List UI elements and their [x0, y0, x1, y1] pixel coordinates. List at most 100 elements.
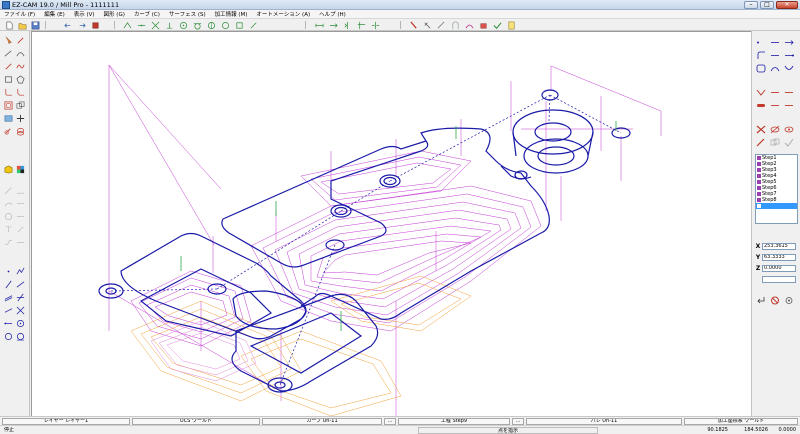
pan-icon[interactable] — [15, 113, 25, 123]
tangent-line-icon[interactable] — [3, 305, 13, 315]
circle-center-icon[interactable] — [15, 318, 25, 328]
solid-box-icon[interactable] — [90, 20, 100, 30]
chevron-down-icon[interactable] — [755, 87, 766, 97]
curve-join-icon[interactable] — [15, 198, 25, 208]
new-file-icon[interactable] — [4, 20, 14, 30]
fillet-tool-icon[interactable] — [3, 87, 13, 97]
line3-icon[interactable] — [15, 279, 25, 289]
step-field[interactable]: 工程 Step9 — [398, 418, 510, 425]
line2-icon[interactable] — [3, 279, 13, 289]
toolpath-drawing[interactable] — [32, 32, 751, 416]
hide-icon[interactable] — [769, 124, 780, 134]
spline-right-icon[interactable] — [769, 63, 780, 73]
menu-view[interactable]: 表示 (V) — [74, 10, 95, 18]
parallel-icon[interactable] — [3, 292, 13, 302]
polygon-tool-icon[interactable] — [15, 74, 25, 84]
arc-tool-icon[interactable] — [15, 48, 25, 58]
menu-curve[interactable]: カーブ (C) — [134, 10, 160, 18]
trim-icon[interactable] — [356, 20, 366, 30]
snap-perpendicular-icon[interactable] — [164, 20, 174, 30]
rounded-rect-icon[interactable] — [755, 63, 766, 73]
coord-system-field[interactable]: 加工座標系 ワールド — [684, 418, 798, 425]
layer-field[interactable]: レイヤー レイヤー1 — [2, 418, 130, 425]
report-icon[interactable] — [506, 20, 516, 30]
dot-line-icon[interactable] — [755, 37, 766, 47]
line-tool-icon[interactable] — [3, 48, 13, 58]
snap-endpoint-icon[interactable] — [122, 20, 132, 30]
menu-automation[interactable]: オートメーション (A) — [256, 10, 310, 18]
snap-intersection-icon[interactable] — [150, 20, 160, 30]
line-style-icon[interactable] — [3, 185, 13, 195]
drawing-viewport[interactable] — [31, 31, 751, 416]
move-icon[interactable] — [328, 20, 338, 30]
menu-surface[interactable]: サーフェス (S) — [169, 10, 206, 18]
step-more-button[interactable]: ... — [512, 418, 524, 425]
menu-machining[interactable]: 加工情報 (M) — [215, 10, 248, 18]
break-icon[interactable] — [370, 20, 380, 30]
coord-z-field[interactable]: 0.0000 — [762, 264, 796, 272]
coord-x-field[interactable]: 253.3615 — [762, 242, 796, 250]
maximize-button[interactable]: □ — [760, 1, 774, 9]
point-tool-icon[interactable] — [3, 61, 13, 71]
magnet-icon[interactable] — [422, 20, 432, 30]
zoom-icon[interactable] — [15, 126, 25, 136]
dot-point-icon[interactable] — [3, 266, 13, 276]
pal-field[interactable]: パレ Un-11 — [526, 418, 682, 425]
render-icon[interactable] — [450, 20, 460, 30]
view-iso-icon[interactable] — [3, 113, 13, 123]
menu-help[interactable]: ヘルプ (H) — [319, 10, 346, 18]
snap-quadrant-icon[interactable] — [206, 20, 216, 30]
curve-more-button[interactable]: ... — [384, 418, 396, 425]
menu-geometry[interactable]: 図形 (G) — [104, 10, 125, 18]
line-red-icon[interactable] — [769, 100, 780, 110]
hline-draw-icon[interactable] — [15, 211, 25, 221]
line2-red-icon[interactable] — [783, 100, 794, 110]
solid-sim-icon[interactable] — [478, 20, 488, 30]
delete-icon[interactable] — [755, 124, 766, 134]
dash-icon[interactable] — [769, 50, 780, 60]
color-palette-icon[interactable] — [15, 164, 25, 174]
line-right-icon[interactable] — [769, 37, 780, 47]
text-draw-icon[interactable] — [3, 224, 13, 234]
select-chain-icon[interactable] — [15, 35, 25, 45]
snap-center-icon[interactable] — [178, 20, 188, 30]
snap-line-icon[interactable] — [136, 20, 146, 30]
bisector-icon[interactable] — [15, 292, 25, 302]
shade-icon[interactable] — [464, 20, 474, 30]
dimension-icon[interactable] — [314, 20, 324, 30]
pick-tool-icon[interactable] — [408, 20, 418, 30]
offset-tool-icon[interactable] — [3, 100, 13, 110]
polyline-icon[interactable] — [15, 266, 25, 276]
copy-tool-icon[interactable] — [15, 100, 25, 110]
ucs-field[interactable]: UCS ワールド — [132, 418, 260, 425]
arrow-right-icon[interactable] — [783, 37, 794, 47]
enter-icon[interactable] — [755, 295, 766, 305]
curve-edit-icon[interactable] — [3, 198, 13, 208]
pattern-icon[interactable] — [3, 237, 13, 247]
chamfer-tool-icon[interactable] — [15, 87, 25, 97]
list-item-selected[interactable]: Step9 — [756, 203, 797, 209]
menu-edit[interactable]: 編集 (E) — [44, 10, 65, 18]
redo-icon[interactable] — [76, 20, 86, 30]
save-icon[interactable] — [30, 20, 40, 30]
snap-point-icon[interactable] — [248, 20, 258, 30]
cancel-icon[interactable] — [769, 295, 780, 305]
circle-draw-icon[interactable] — [3, 211, 13, 221]
verify-icon[interactable] — [492, 20, 502, 30]
curve-right-icon[interactable] — [783, 63, 794, 73]
circle-3pt-icon[interactable] — [3, 331, 13, 341]
snap-grid-icon[interactable] — [234, 20, 244, 30]
hline-red-icon[interactable] — [769, 87, 780, 97]
hline2-red-icon[interactable] — [783, 87, 794, 97]
ruler-icon[interactable] — [15, 237, 25, 247]
options-icon[interactable] — [783, 295, 794, 305]
rectangle-tool-icon[interactable] — [3, 74, 13, 84]
corner-icon[interactable] — [755, 50, 766, 60]
select-entity-icon[interactable] — [3, 35, 13, 45]
circle-tan-icon[interactable] — [15, 331, 25, 341]
snap-nearest-icon[interactable] — [220, 20, 230, 30]
mirror-icon[interactable] — [342, 20, 352, 30]
rotate-view-icon[interactable] — [3, 126, 13, 136]
segment-icon[interactable] — [3, 318, 13, 328]
coord-y-field[interactable]: 63.3333 — [762, 253, 796, 261]
